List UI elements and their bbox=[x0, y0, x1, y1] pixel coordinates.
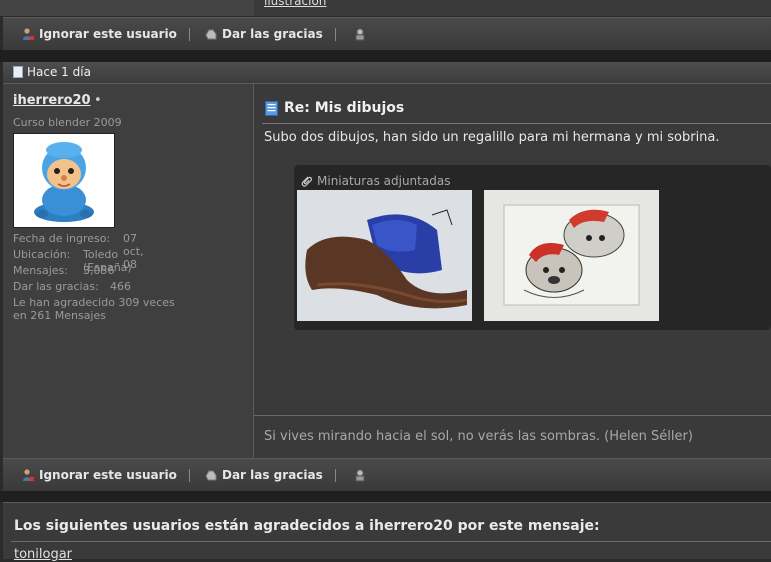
username-link[interactable]: iherrero20 bbox=[13, 93, 91, 108]
attachments-header: Miniaturas adjuntadas bbox=[300, 174, 450, 188]
post-spacer bbox=[0, 491, 771, 502]
location-label: Ubicación: bbox=[13, 248, 71, 261]
ignore-user-icon bbox=[23, 28, 35, 41]
posts-count-label: Mensajes: bbox=[13, 264, 68, 277]
separator bbox=[189, 28, 190, 41]
online-status-dot: • bbox=[94, 93, 102, 108]
thanks-icon bbox=[205, 470, 217, 481]
signature-divider bbox=[254, 415, 771, 416]
attachments-label: Miniaturas adjuntadas bbox=[317, 174, 451, 188]
separator bbox=[335, 28, 336, 41]
ignore-user-button-top[interactable]: Ignorar este usuario bbox=[21, 27, 177, 41]
report-button[interactable] bbox=[353, 468, 367, 482]
thanking-user-link[interactable]: tonilogar bbox=[14, 547, 72, 562]
previous-post-link[interactable]: ilustración bbox=[264, 0, 326, 8]
post-content: Re: Mis dibujos Subo dos dibujos, han si… bbox=[254, 84, 771, 458]
separator bbox=[335, 469, 336, 482]
separator bbox=[189, 469, 190, 482]
user-panel: iherrero20 • Curso blender 2009 Fecha de… bbox=[3, 84, 254, 458]
signature: Si vives mirando hacia el sol, no verás … bbox=[264, 429, 693, 444]
paperclip-icon bbox=[301, 176, 313, 187]
previous-post-tail: ilustración bbox=[0, 0, 771, 16]
post-date: Hace 1 día bbox=[27, 65, 91, 79]
report-button-top[interactable] bbox=[353, 27, 367, 41]
thanked-count-line1: Le han agradecido 309 veces bbox=[13, 296, 175, 309]
ignore-user-icon bbox=[23, 469, 35, 482]
thanks-box-divider bbox=[11, 541, 771, 542]
post-title: Re: Mis dibujos bbox=[265, 100, 404, 116]
thanks-given-row: Dar las gracias: 466 bbox=[13, 280, 131, 293]
ignore-user-button[interactable]: Ignorar este usuario bbox=[21, 468, 177, 482]
thanks-given-label: Dar las gracias: bbox=[13, 280, 99, 293]
avatar[interactable] bbox=[13, 133, 115, 228]
join-date-row: Fecha de ingreso: 07 oct, 08 bbox=[13, 232, 144, 271]
join-date-label: Fecha de ingreso: bbox=[13, 232, 111, 245]
post-spacer bbox=[0, 50, 771, 62]
thanks-button[interactable]: Dar las gracias bbox=[204, 468, 323, 482]
document-icon bbox=[13, 66, 23, 78]
attachment-thumbnail-1[interactable] bbox=[297, 190, 472, 321]
report-icon bbox=[355, 469, 365, 482]
post-header: Hace 1 día bbox=[3, 62, 771, 84]
previous-post-action-bar: Ignorar este usuario Dar las gracias bbox=[3, 17, 771, 51]
thanks-given-value: 466 bbox=[110, 280, 131, 293]
posts-count-value: 3,056 bbox=[83, 264, 115, 277]
thanks-box-title: Los siguientes usuarios están agradecido… bbox=[14, 518, 600, 534]
posts-count-row: Mensajes: 3,056 bbox=[13, 264, 115, 277]
location-row: Ubicación: Toledo (España) bbox=[13, 248, 132, 274]
thanks-label: Dar las gracias bbox=[222, 27, 323, 41]
report-icon bbox=[355, 28, 365, 41]
thanks-box: Los siguientes usuarios están agradecido… bbox=[3, 502, 771, 562]
attachment-thumbnail-2[interactable] bbox=[484, 190, 659, 321]
post-body: Subo dos dibujos, han sido un regalillo … bbox=[264, 130, 720, 145]
previous-post-userpanel-tail bbox=[0, 0, 254, 16]
drawing-girl-image bbox=[297, 190, 472, 321]
drawing-dogs-image bbox=[484, 190, 659, 321]
user-title: Curso blender 2009 bbox=[13, 116, 122, 129]
ignore-user-label: Ignorar este usuario bbox=[39, 27, 177, 41]
avatar-image bbox=[14, 134, 114, 227]
attachments-box: Miniaturas adjuntadas bbox=[294, 165, 771, 330]
post-document-icon bbox=[265, 100, 278, 116]
thanks-button-top[interactable]: Dar las gracias bbox=[204, 27, 323, 41]
thanks-icon bbox=[205, 29, 217, 40]
ignore-user-label: Ignorar este usuario bbox=[39, 468, 177, 482]
title-divider bbox=[262, 123, 771, 124]
thanks-label: Dar las gracias bbox=[222, 468, 323, 482]
post-title-text: Re: Mis dibujos bbox=[284, 100, 405, 116]
post-action-bar: Ignorar este usuario Dar las gracias bbox=[3, 458, 771, 492]
thanked-count-line2: en 261 Mensajes bbox=[13, 309, 106, 322]
